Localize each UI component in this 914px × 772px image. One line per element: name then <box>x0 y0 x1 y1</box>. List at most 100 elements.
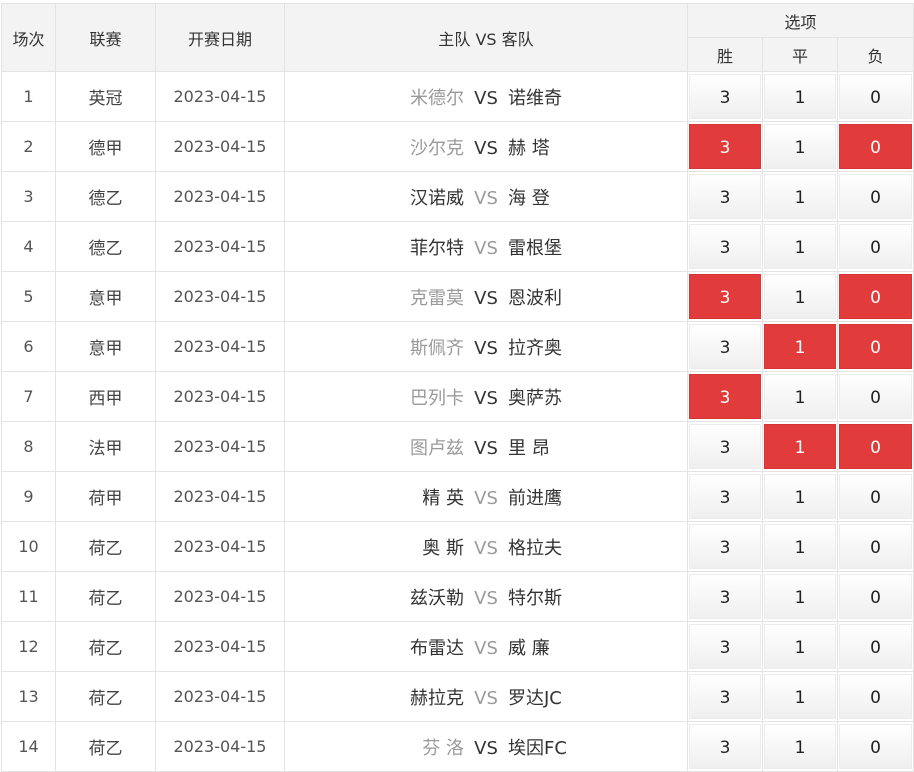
away-team: 前进鹰 <box>508 487 562 509</box>
option-win-button[interactable]: 3 <box>689 324 761 369</box>
header-options: 选项 <box>686 3 914 38</box>
option-draw-button[interactable]: 1 <box>764 424 836 469</box>
home-team: 沙尔克 <box>410 137 464 159</box>
option-lose-button[interactable]: 0 <box>839 274 913 319</box>
match-table: 场次 联赛 开赛日期 主队 VS 客队 选项 胜 平 负 1 英冠 2023-04-… <box>1 3 914 772</box>
match-date: 2023-04-15 <box>155 671 285 722</box>
option-lose-button[interactable]: 0 <box>839 374 913 419</box>
option-lose-cell: 0 <box>836 621 914 672</box>
option-win-cell: 3 <box>687 721 763 772</box>
vs-label: VS <box>474 737 498 759</box>
option-lose-cell: 0 <box>836 71 914 122</box>
home-team: 克雷莫 <box>410 287 464 309</box>
match-no: 1 <box>1 71 56 122</box>
table-row: 10 荷乙 2023-04-15 奥 斯 VS 格拉夫 3 1 0 <box>1 521 914 572</box>
away-team: 海 登 <box>508 187 550 209</box>
home-team: 赫拉克 <box>410 687 464 709</box>
option-win-button[interactable]: 3 <box>689 574 761 619</box>
option-lose-button[interactable]: 0 <box>839 524 913 569</box>
option-draw-button[interactable]: 1 <box>764 474 836 519</box>
option-draw-cell: 1 <box>762 171 838 222</box>
option-lose-button[interactable]: 0 <box>839 224 913 269</box>
option-win-cell: 3 <box>687 621 763 672</box>
option-lose-button[interactable]: 0 <box>839 124 913 169</box>
league-name: 意甲 <box>55 321 156 372</box>
option-lose-button[interactable]: 0 <box>839 324 913 369</box>
league-name: 意甲 <box>55 271 156 322</box>
match-no: 2 <box>1 121 56 172</box>
table-row: 5 意甲 2023-04-15 克雷莫 VS 恩波利 3 1 0 <box>1 271 914 322</box>
away-team: 罗达JC <box>508 687 562 709</box>
home-team: 斯佩齐 <box>410 337 464 359</box>
option-draw-button[interactable]: 1 <box>764 174 836 219</box>
league-name: 荷乙 <box>55 521 156 572</box>
table-row: 6 意甲 2023-04-15 斯佩齐 VS 拉齐奥 3 1 0 <box>1 321 914 372</box>
header-opt-draw: 平 <box>762 37 838 72</box>
match-date: 2023-04-15 <box>155 121 285 172</box>
option-draw-button[interactable]: 1 <box>764 124 836 169</box>
option-win-button[interactable]: 3 <box>689 224 761 269</box>
option-win-button[interactable]: 3 <box>689 674 761 719</box>
option-draw-button[interactable]: 1 <box>764 624 836 669</box>
option-lose-cell: 0 <box>836 271 914 322</box>
home-team: 巴列卡 <box>410 387 464 409</box>
option-lose-button[interactable]: 0 <box>839 74 913 119</box>
option-draw-button[interactable]: 1 <box>764 274 836 319</box>
option-win-button[interactable]: 3 <box>689 524 761 569</box>
option-win-button[interactable]: 3 <box>689 174 761 219</box>
option-win-button[interactable]: 3 <box>689 274 761 319</box>
option-win-button[interactable]: 3 <box>689 74 761 119</box>
header-no: 场次 <box>1 3 56 72</box>
option-win-button[interactable]: 3 <box>689 474 761 519</box>
table-row: 14 荷乙 2023-04-15 芬 洛 VS 埃因FC 3 1 0 <box>1 721 914 772</box>
league-name: 荷乙 <box>55 621 156 672</box>
match-no: 6 <box>1 321 56 372</box>
match-teams: 赫拉克 VS 罗达JC <box>284 671 688 722</box>
away-team: 特尔斯 <box>508 587 562 609</box>
vs-label: VS <box>474 137 498 159</box>
option-draw-button[interactable]: 1 <box>764 724 836 769</box>
option-lose-button[interactable]: 0 <box>839 624 913 669</box>
option-win-button[interactable]: 3 <box>689 724 761 769</box>
option-lose-button[interactable]: 0 <box>839 474 913 519</box>
option-win-button[interactable]: 3 <box>689 624 761 669</box>
option-draw-button[interactable]: 1 <box>764 524 836 569</box>
match-teams: 沙尔克 VS 赫 塔 <box>284 121 688 172</box>
match-no: 13 <box>1 671 56 722</box>
match-teams: 米德尔 VS 诺维奇 <box>284 71 688 122</box>
option-lose-button[interactable]: 0 <box>839 424 913 469</box>
option-draw-button[interactable]: 1 <box>764 324 836 369</box>
option-draw-cell: 1 <box>762 321 838 372</box>
option-win-cell: 3 <box>687 121 763 172</box>
option-draw-cell: 1 <box>762 71 838 122</box>
option-win-button[interactable]: 3 <box>689 424 761 469</box>
option-draw-cell: 1 <box>762 671 838 722</box>
option-lose-button[interactable]: 0 <box>839 574 913 619</box>
option-lose-cell: 0 <box>836 121 914 172</box>
match-date: 2023-04-15 <box>155 721 285 772</box>
option-lose-button[interactable]: 0 <box>839 724 913 769</box>
home-team: 布雷达 <box>410 637 464 659</box>
option-draw-button[interactable]: 1 <box>764 74 836 119</box>
option-win-button[interactable]: 3 <box>689 374 761 419</box>
match-no: 3 <box>1 171 56 222</box>
vs-label: VS <box>474 637 498 659</box>
option-win-button[interactable]: 3 <box>689 124 761 169</box>
match-no: 9 <box>1 471 56 522</box>
league-name: 英冠 <box>55 71 156 122</box>
option-win-cell: 3 <box>687 371 763 422</box>
vs-label: VS <box>474 437 498 459</box>
table-row: 4 德乙 2023-04-15 菲尔特 VS 雷根堡 3 1 0 <box>1 221 914 272</box>
table-row: 11 荷乙 2023-04-15 兹沃勒 VS 特尔斯 3 1 0 <box>1 571 914 622</box>
option-draw-button[interactable]: 1 <box>764 574 836 619</box>
option-lose-button[interactable]: 0 <box>839 174 913 219</box>
match-teams: 菲尔特 VS 雷根堡 <box>284 221 688 272</box>
option-draw-cell: 1 <box>762 421 838 472</box>
home-team: 奥 斯 <box>422 537 464 559</box>
option-lose-cell: 0 <box>836 721 914 772</box>
option-draw-button[interactable]: 1 <box>764 674 836 719</box>
option-draw-button[interactable]: 1 <box>764 374 836 419</box>
option-draw-button[interactable]: 1 <box>764 224 836 269</box>
option-draw-cell: 1 <box>762 271 838 322</box>
option-lose-button[interactable]: 0 <box>839 674 913 719</box>
